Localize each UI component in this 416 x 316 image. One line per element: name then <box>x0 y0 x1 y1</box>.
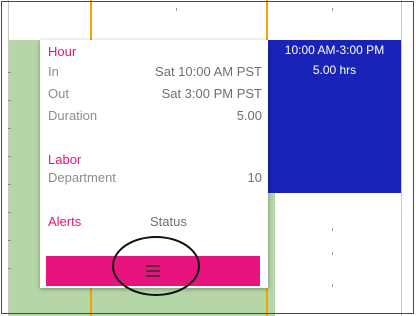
grid-tick <box>176 8 177 11</box>
status-label: Status <box>150 214 187 229</box>
department-label: Department <box>48 170 116 185</box>
duration-label: Duration <box>48 108 98 123</box>
grid-tick <box>8 184 11 185</box>
out-value: Sat 3:00 PM PST <box>161 86 262 101</box>
grid-tick <box>8 100 11 101</box>
labor-section-title: Labor <box>48 152 82 167</box>
grid-tick <box>332 228 333 231</box>
header-strip <box>0 0 416 40</box>
grid-tick <box>332 284 333 287</box>
shift-time-range: 10:00 AM-3:00 PM <box>284 43 385 57</box>
schedule-view: 10:00 AM-3:00 PM 5.00 hrs Hour In Sat 10… <box>0 0 416 316</box>
in-label: In <box>48 64 59 79</box>
out-label: Out <box>48 86 69 101</box>
annotation-circle <box>112 236 200 296</box>
grid-tick <box>8 156 11 157</box>
grid-tick <box>8 72 11 73</box>
grid-tick <box>332 8 333 11</box>
duration-value: 5.00 <box>236 108 262 123</box>
grid-tick <box>8 128 11 129</box>
grid-tick <box>8 268 11 269</box>
shift-block[interactable]: 10:00 AM-3:00 PM 5.00 hrs <box>268 40 401 193</box>
shift-hours: 5.00 hrs <box>312 63 357 77</box>
in-value: Sat 10:00 AM PST <box>155 64 262 79</box>
grid-line <box>401 0 402 316</box>
department-value: 10 <box>247 170 262 185</box>
grid-tick <box>332 252 333 255</box>
hour-section-title: Hour <box>48 44 77 59</box>
grid-tick <box>8 212 11 213</box>
alerts-section-title: Alerts <box>48 214 82 229</box>
grid-tick <box>8 240 11 241</box>
